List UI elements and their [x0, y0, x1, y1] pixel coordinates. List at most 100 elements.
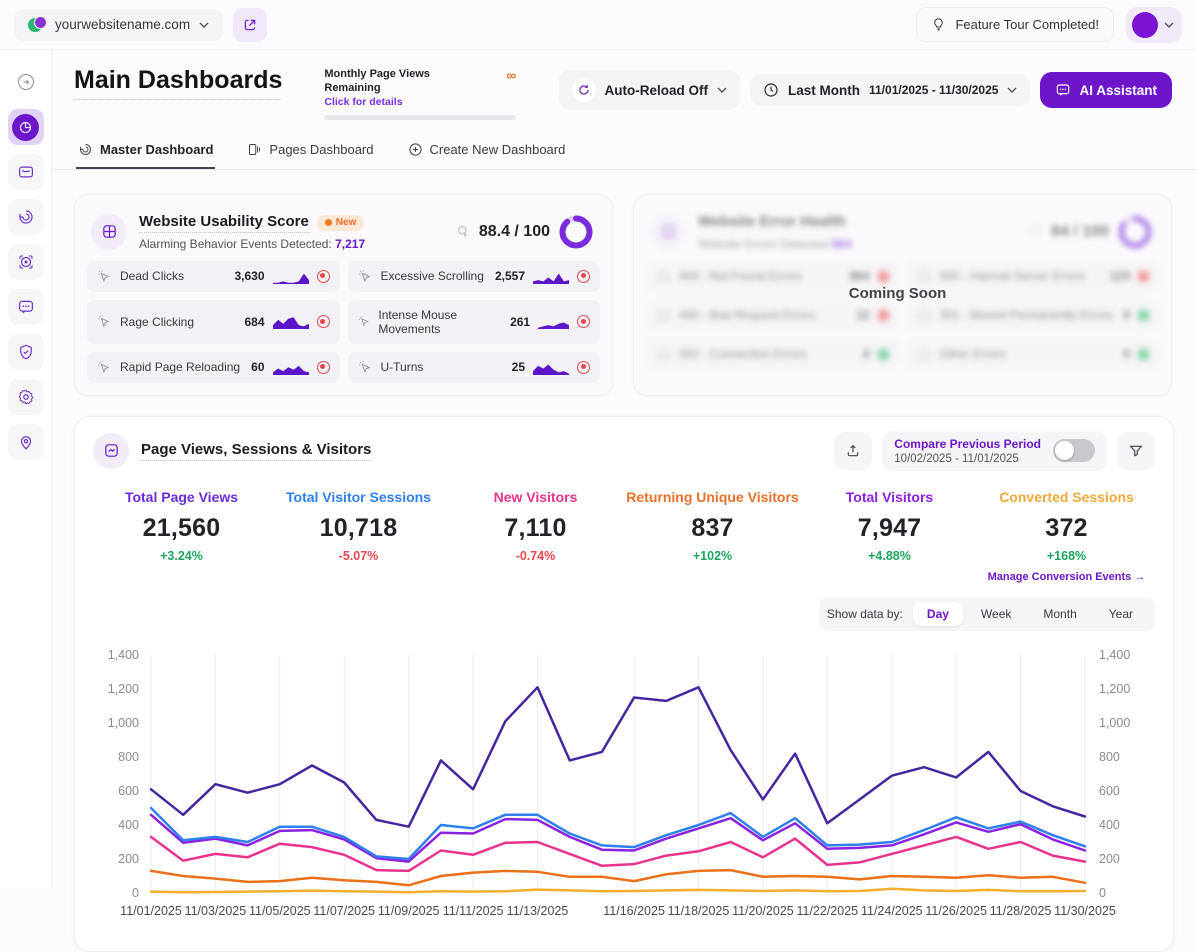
usability-subtitle: Alarming Behavior Events Detected: 7,217: [139, 237, 365, 251]
metric-total-page-views[interactable]: Total Page Views 21,560 +3.24%: [93, 489, 270, 583]
account-menu[interactable]: [1126, 7, 1182, 43]
usability-metric-excessive-scrolling[interactable]: Excessive Scrolling 2,557: [348, 261, 601, 292]
tab-pages-dashboard[interactable]: Pages Dashboard: [245, 136, 375, 169]
metric-label: 302 - Connection Errors: [679, 347, 806, 361]
sidebar-item-dashboards[interactable]: [8, 109, 44, 145]
date-range-picker[interactable]: Last Month 11/01/2025 - 11/30/2025: [750, 74, 1030, 106]
ai-assistant-button[interactable]: AI Assistant: [1040, 72, 1172, 108]
svg-text:1,200: 1,200: [1099, 682, 1130, 696]
svg-text:200: 200: [1099, 852, 1120, 866]
svg-text:11/28/2025: 11/28/2025: [990, 904, 1052, 918]
view-recordings-icon[interactable]: [317, 361, 330, 374]
view-recordings-icon[interactable]: [317, 315, 330, 328]
show-by-day[interactable]: Day: [913, 602, 963, 626]
error-metric-other[interactable]: Other Errors 0: [907, 339, 1160, 370]
master-dashboard-icon: [78, 142, 93, 157]
usability-metric-rapid-page-reloading[interactable]: Rapid Page Reloading 60: [87, 352, 340, 383]
cloud-error-icon: [917, 347, 932, 362]
auto-reload-dropdown[interactable]: Auto-Reload Off: [559, 70, 741, 110]
metric-new-visitors[interactable]: New Visitors 7,110 -0.74%: [447, 489, 624, 583]
metric-returning-unique-visitors[interactable]: Returning Unique Visitors 837 +102%: [624, 489, 801, 583]
compare-label: Compare Previous Period: [894, 437, 1041, 451]
metric-value: 12: [856, 308, 869, 322]
view-recordings-icon[interactable]: [317, 270, 330, 283]
compare-toggle[interactable]: [1053, 439, 1095, 462]
click-icon: [358, 269, 373, 284]
metric-label: Rapid Page Reloading: [120, 360, 240, 374]
sidebar-item-mail[interactable]: [8, 154, 44, 190]
manage-conversion-events-link[interactable]: Manage Conversion Events →: [978, 571, 1155, 583]
view-recordings-icon[interactable]: [577, 361, 590, 374]
show-by-month[interactable]: Month: [1029, 602, 1090, 626]
status-dot: [1138, 349, 1149, 360]
show-by-year[interactable]: Year: [1095, 602, 1147, 626]
metric-label: Total Visitors: [801, 489, 978, 505]
sidebar-item-feedback[interactable]: [8, 289, 44, 325]
chevron-down-icon: [1164, 20, 1174, 30]
status-dot: [878, 271, 889, 282]
svg-text:1,200: 1,200: [108, 682, 139, 696]
svg-text:11/03/2025: 11/03/2025: [185, 904, 247, 918]
tab-master-dashboard[interactable]: Master Dashboard: [76, 136, 215, 169]
error-metric-301[interactable]: 301 - Moved Permanently Errors 0: [907, 300, 1160, 331]
error-metric-302[interactable]: 302 - Connection Errors 0: [646, 339, 899, 370]
metric-label: Total Visitor Sessions: [270, 489, 447, 505]
click-icon: [97, 360, 112, 375]
cloud-error-icon: [656, 269, 671, 284]
view-recordings-icon[interactable]: [577, 270, 590, 283]
metric-value: 2,557: [495, 269, 525, 283]
export-button[interactable]: [834, 432, 872, 470]
metric-label: U-Turns: [381, 360, 424, 374]
sparkline: [273, 269, 309, 284]
sidebar-item-privacy[interactable]: [8, 334, 44, 370]
error-metric-400[interactable]: 400 - Bad Request Errors 12: [646, 300, 899, 331]
metric-label: Other Errors: [940, 347, 1006, 361]
show-by-week[interactable]: Week: [967, 602, 1025, 626]
metric-label: New Visitors: [447, 489, 624, 505]
website-error-health-card: Coming Soon Website Error Health Website…: [633, 194, 1172, 396]
coming-soon-overlay: Coming Soon: [849, 285, 947, 302]
svg-text:1,000: 1,000: [1099, 716, 1130, 730]
feature-tour-button[interactable]: Feature Tour Completed!: [916, 7, 1114, 42]
sidebar-item-visitor-location[interactable]: [8, 424, 44, 460]
svg-text:800: 800: [118, 750, 139, 764]
view-recordings-icon[interactable]: [577, 315, 590, 328]
ai-chat-icon: [1055, 82, 1071, 98]
export-icon: [845, 443, 861, 459]
chart-title: Page Views, Sessions & Visitors: [141, 441, 371, 461]
metric-total-visitors[interactable]: Total Visitors 7,947 +4.88%: [801, 489, 978, 583]
sidebar-item-settings[interactable]: [8, 379, 44, 415]
cursor-score-icon: [456, 224, 471, 239]
sidebar-item-session-replays[interactable]: [8, 199, 44, 235]
sparkline: [533, 360, 569, 375]
status-dot: [878, 349, 889, 360]
pages-dashboard-icon: [247, 142, 262, 157]
usability-metric-u-turns[interactable]: U-Turns 25: [348, 352, 601, 383]
svg-text:11/07/2025: 11/07/2025: [313, 904, 375, 918]
site-selector[interactable]: yourwebsitename.com: [14, 9, 223, 41]
line-chart[interactable]: 11/01/202511/03/202511/05/202511/07/2025…: [93, 641, 1155, 941]
record-icon: [17, 253, 35, 271]
chat-icon: [17, 298, 35, 316]
collapse-sidebar-icon[interactable]: [8, 64, 44, 100]
metric-value: 7,947: [801, 514, 978, 543]
filter-button[interactable]: [1117, 432, 1155, 470]
heart-icon: [1028, 224, 1043, 239]
metric-total-visitor-sessions[interactable]: Total Visitor Sessions 10,718 -5.07%: [270, 489, 447, 583]
metric-converted-sessions[interactable]: Converted Sessions 372 +168% Manage Conv…: [978, 489, 1155, 583]
usability-metric-intense-mouse-movements[interactable]: Intense Mouse Movements 261: [348, 300, 601, 344]
metric-label: Returning Unique Visitors: [624, 489, 801, 505]
usability-metric-dead-clicks[interactable]: Dead Clicks 3,630: [87, 261, 340, 292]
chart-card-icon: [93, 433, 129, 469]
sidebar-item-recordings[interactable]: [8, 244, 44, 280]
svg-text:400: 400: [1099, 818, 1120, 832]
metric-change: -0.74%: [447, 549, 624, 563]
tab-create-new-dashboard[interactable]: Create New Dashboard: [406, 136, 568, 169]
sparkline: [533, 269, 569, 284]
usability-metric-rage-clicking[interactable]: Rage Clicking 684: [87, 300, 340, 344]
open-site-button[interactable]: [233, 8, 267, 42]
svg-text:0: 0: [132, 886, 139, 900]
svg-text:1,000: 1,000: [108, 716, 139, 730]
quota-details-link[interactable]: Click for details: [324, 96, 516, 108]
dashboard-pie-icon: [18, 120, 33, 135]
